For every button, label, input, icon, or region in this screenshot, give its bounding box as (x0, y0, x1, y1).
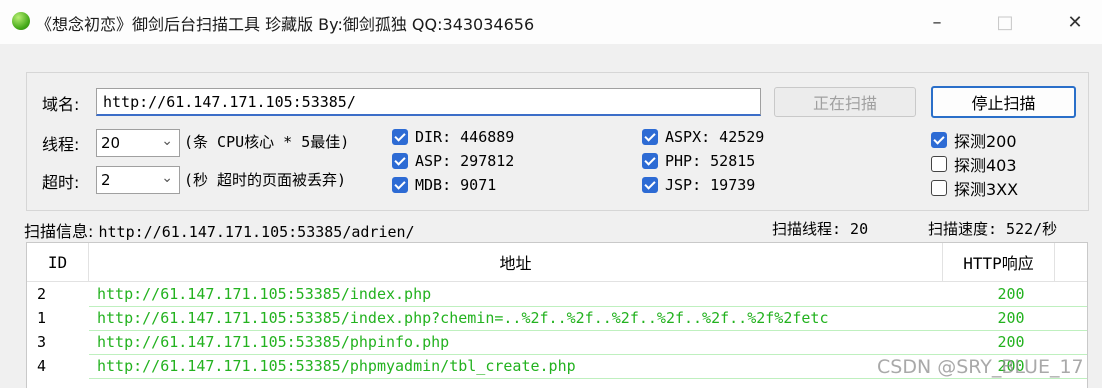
timeout-label: 超时: (42, 173, 80, 192)
dict-mdb-label: MDB: 9071 (415, 176, 497, 194)
minimize-button[interactable]: – (910, 0, 964, 44)
checkbox-checked-icon (392, 177, 408, 193)
probe-200-checkbox[interactable]: 探测200 (931, 128, 1017, 152)
row-http-code: 200 (997, 333, 1025, 351)
checkbox-checked-icon (392, 129, 408, 145)
probe-200-label: 探测200 (954, 132, 1017, 151)
window-title: 《想念初恋》御剑后台扫描工具 珍藏版 By:御剑孤独 QQ:343034656 (36, 15, 535, 34)
row-http-code: 200 (997, 285, 1025, 303)
domain-input[interactable]: http://61.147.171.105:53385/ (96, 88, 761, 116)
maximize-button: □ (978, 0, 1032, 44)
minimize-icon: – (932, 11, 942, 33)
title-bar[interactable]: 《想念初恋》御剑后台扫描工具 珍藏版 By:御剑孤独 QQ:343034656 … (0, 0, 1102, 44)
dict-asp-label: ASP: 297812 (415, 152, 515, 170)
scan-info-url: http://61.147.171.105:53385/adrien/ (98, 223, 415, 241)
maximize-icon: □ (996, 11, 1014, 33)
probe-403-label: 探测403 (954, 156, 1017, 175)
dict-php-checkbox[interactable]: PHP: 52815 (642, 152, 755, 170)
checkbox-empty-icon (931, 180, 947, 196)
checkbox-checked-icon (931, 132, 947, 148)
dict-dir-label: DIR: 446889 (415, 128, 515, 146)
table-row[interactable]: 1 http://61.147.171.105:53385/index.php?… (27, 307, 1087, 331)
dict-aspx-label: ASPX: 42529 (665, 128, 765, 146)
column-header-address[interactable]: 地址 (89, 243, 943, 281)
scan-speed: 扫描速度: 522/秒 (928, 220, 1058, 238)
timeout-hint: (秒 超时的页面被丢弃) (184, 171, 347, 189)
table-row[interactable]: 2 http://61.147.171.105:53385/index.php … (27, 283, 1087, 307)
watermark: CSDN @SRY_BLUE_17 (877, 356, 1084, 378)
probe-3xx-checkbox[interactable]: 探测3XX (931, 176, 1018, 200)
dict-jsp-checkbox[interactable]: JSP: 19739 (642, 176, 755, 194)
checkbox-checked-icon (392, 153, 408, 169)
scan-info: 扫描信息: http://61.147.171.105:53385/adrien… (24, 218, 415, 242)
checkbox-checked-icon (642, 129, 658, 145)
app-logo-icon (12, 12, 30, 30)
row-id: 3 (37, 333, 47, 351)
probe-3xx-label: 探测3XX (954, 180, 1019, 199)
threads-hint: (条 CPU核心 * 5最佳) (184, 133, 350, 151)
dict-mdb-checkbox[interactable]: MDB: 9071 (392, 176, 496, 194)
close-button[interactable]: ✕ (1048, 0, 1102, 44)
probe-403-checkbox[interactable]: 探测403 (931, 152, 1017, 176)
row-id: 4 (37, 357, 47, 375)
scan-info-label: 扫描信息: (24, 222, 94, 241)
chevron-down-icon: ⌄ (161, 133, 173, 149)
timeout-value: 2 (101, 171, 111, 189)
stop-scan-button[interactable]: 停止扫描 (931, 86, 1076, 118)
row-divider (89, 378, 1087, 379)
checkbox-checked-icon (642, 153, 658, 169)
row-id: 1 (37, 309, 47, 327)
domain-label: 域名: (42, 95, 80, 114)
dict-aspx-checkbox[interactable]: ASPX: 42529 (642, 128, 764, 146)
row-address: http://61.147.171.105:53385/index.php (97, 285, 432, 303)
chevron-down-icon: ⌄ (161, 170, 173, 186)
row-id: 2 (37, 285, 47, 303)
checkbox-checked-icon (642, 177, 658, 193)
dict-asp-checkbox[interactable]: ASP: 297812 (392, 152, 514, 170)
threads-select[interactable]: 20 ⌄ (96, 129, 180, 157)
threads-label: 线程: (42, 135, 80, 154)
dict-jsp-label: JSP: 19739 (665, 176, 756, 194)
dict-php-label: PHP: 52815 (665, 152, 756, 170)
table-header: ID 地址 HTTP响应 (27, 243, 1087, 282)
row-address: http://61.147.171.105:53385/phpinfo.php (97, 333, 450, 351)
table-row[interactable]: 3 http://61.147.171.105:53385/phpinfo.ph… (27, 331, 1087, 355)
dict-dir-checkbox[interactable]: DIR: 446889 (392, 128, 514, 146)
scanning-button: 正在扫描 (774, 87, 916, 117)
row-http-code: 200 (997, 309, 1025, 327)
checkbox-empty-icon (931, 156, 947, 172)
domain-value: http://61.147.171.105:53385/ (103, 93, 356, 111)
scan-threads: 扫描线程: 20 (772, 220, 869, 238)
row-address: http://61.147.171.105:53385/index.php?ch… (97, 309, 829, 327)
threads-value: 20 (101, 134, 121, 152)
row-address: http://61.147.171.105:53385/phpmyadmin/t… (97, 357, 576, 375)
column-header-id[interactable]: ID (27, 243, 89, 281)
timeout-select[interactable]: 2 ⌄ (96, 166, 180, 194)
column-header-http[interactable]: HTTP响应 (943, 243, 1055, 281)
close-icon: ✕ (1067, 11, 1083, 33)
